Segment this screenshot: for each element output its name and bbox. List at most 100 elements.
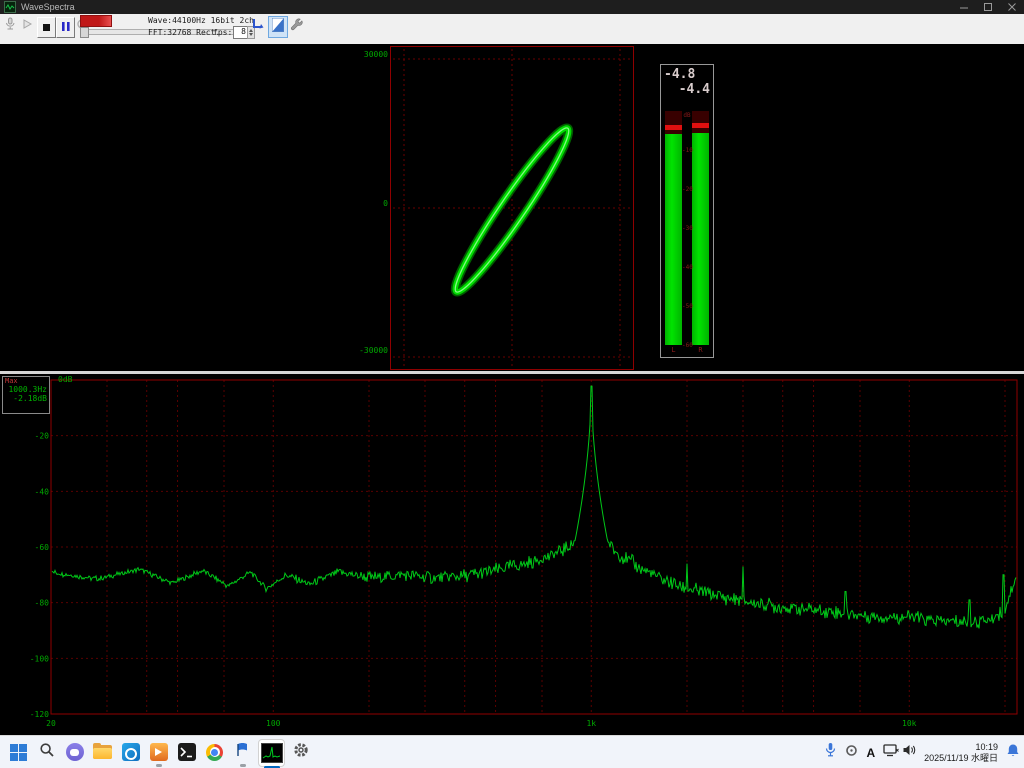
speaker-icon (902, 743, 916, 762)
spectrum-x-tick: 100 (266, 719, 281, 728)
spectrum-x-tick: 10k (902, 719, 917, 728)
meter-scale-tick: -50 (682, 303, 692, 310)
tray-date: 2025/11/19 水曜日 (924, 753, 998, 763)
start-icon (10, 744, 27, 761)
spectrum-y-top-label: 0dB (58, 375, 73, 384)
taskbar-icons (6, 739, 313, 767)
lissajous-label-zero: 0 (340, 199, 388, 208)
minimize-button[interactable] (952, 0, 976, 14)
close-button[interactable] (1000, 0, 1024, 14)
stop-button[interactable] (37, 17, 56, 38)
spectrum-y-tick: -120 (30, 710, 49, 719)
meter-scale: dB -10 -20 -30 -40 -50 -60 (682, 65, 692, 357)
peak-readout-title: Max (3, 377, 49, 385)
flag-icon (234, 741, 251, 763)
taskbar-item-flag-app[interactable] (230, 739, 255, 765)
maximize-button[interactable] (976, 0, 1000, 14)
media-app-icon (150, 743, 168, 761)
taskbar-item-outlook[interactable] (118, 739, 143, 765)
meter-scale-tick: -60 (682, 342, 692, 349)
pause-icon (61, 19, 71, 37)
taskbar-item-file-explorer[interactable] (90, 739, 115, 765)
peak-readout-box: Max 1000.3Hz -2.18dB (2, 376, 50, 414)
pause-button[interactable] (56, 17, 75, 38)
notification-bell-button[interactable] (1006, 743, 1020, 763)
taskbar-item-wavespectra-active[interactable] (258, 739, 285, 767)
meter-left-channel-label: L (665, 346, 682, 354)
play-button[interactable] (19, 17, 35, 35)
meter-right-bar (692, 133, 709, 345)
over-level-indicator (80, 15, 112, 27)
system-tray: A 10:19 2025/11/19 水曜日 (824, 736, 1020, 768)
toolbar: Wave:44100Hz 16bit 2ch FFT:32768 Rect. f… (0, 14, 1024, 45)
spectrum-y-tick: -60 (35, 543, 50, 552)
terminal-icon (178, 743, 196, 761)
ime-mode-indicator[interactable]: A (866, 746, 875, 760)
log-scale-icon (249, 16, 265, 37)
network-icon (883, 743, 899, 762)
taskbar: A 10:19 2025/11/19 水曜日 (0, 735, 1024, 768)
display-mode-icon (272, 18, 284, 37)
taskbar-item-settings[interactable] (288, 739, 313, 765)
network-volume-button[interactable] (883, 743, 916, 762)
spectrum-y-tick: -40 (35, 487, 50, 496)
lissajous-label-max: 30000 (340, 50, 388, 59)
meter-scale-tick: -10 (682, 147, 692, 154)
search-icon (39, 742, 55, 763)
spectrum-x-tick: 20 (46, 719, 56, 728)
taskbar-item-chat[interactable] (62, 739, 87, 765)
clock[interactable]: 10:19 2025/11/19 水曜日 (924, 742, 998, 764)
outlook-icon (122, 743, 140, 761)
running-indicator (156, 764, 162, 767)
wrench-icon (288, 16, 304, 37)
meter-scale-tick: -40 (682, 264, 692, 271)
fps-label: fps: (213, 28, 232, 37)
folder-icon (93, 745, 112, 759)
lissajous-label-min: -30000 (340, 346, 388, 355)
stop-icon (43, 24, 50, 31)
record-button[interactable] (2, 17, 18, 35)
meter-right-peak-cap (692, 123, 709, 128)
taskbar-item-media-app[interactable] (146, 739, 171, 765)
meter-scale-tick: -20 (682, 186, 692, 193)
meter-scale-unit: dB (682, 112, 692, 119)
screen: WaveSpectra (0, 0, 1024, 768)
spectrum-y-tick: -100 (30, 654, 49, 663)
spectrum-panel: Max 1000.3Hz -2.18dB 0dB -20 -40 -60 -80 -100… (0, 374, 1024, 735)
taskbar-item-terminal[interactable] (174, 739, 199, 765)
lissajous-figure (391, 47, 633, 369)
tray-device-icon[interactable] (845, 744, 858, 762)
gear-icon (292, 741, 310, 764)
window-title: WaveSpectra (21, 2, 75, 12)
app-icon (4, 1, 16, 13)
level-meter: -4.8 -4.4 dB-10-20-30-40-50-60 L R (660, 64, 714, 358)
spectrum-chart: 0dB -20 -40 -60 -80 -100 -12020 100 1k 10k (0, 374, 1024, 735)
mic-in-use-button[interactable] (824, 742, 837, 763)
tray-time: 10:19 (975, 742, 998, 752)
wavespectra-icon (261, 743, 283, 763)
display-mode-button[interactable] (268, 16, 288, 38)
title-bar: WaveSpectra (0, 0, 1024, 14)
start-button[interactable] (6, 739, 31, 765)
chat-icon (66, 743, 84, 761)
lissajous-display (390, 46, 634, 370)
chrome-icon (206, 744, 223, 761)
search-button[interactable] (34, 739, 59, 765)
meter-left-bar (665, 134, 682, 345)
spectrum-y-tick: -20 (35, 432, 50, 441)
settings-button[interactable] (288, 17, 304, 35)
peak-readout-level: -2.18dB (3, 394, 49, 403)
meter-scale-tick: -30 (682, 225, 692, 232)
running-indicator (240, 764, 246, 767)
position-slider-thumb[interactable] (80, 27, 89, 38)
peak-readout-freq: 1000.3Hz (3, 385, 49, 394)
meter-left-peak-cap (665, 125, 682, 130)
taskbar-item-chrome[interactable] (202, 739, 227, 765)
log-scale-button[interactable] (249, 17, 265, 35)
meter-right-channel-label: R (692, 346, 709, 354)
spectrum-y-tick: -80 (35, 599, 50, 608)
wave-format-info: Wave:44100Hz 16bit 2ch (148, 16, 258, 25)
spectrum-x-tick: 1k (586, 719, 596, 728)
scope-panel: 30000 0 -30000 (0, 44, 1024, 371)
fps-input[interactable]: 8 (233, 26, 248, 39)
